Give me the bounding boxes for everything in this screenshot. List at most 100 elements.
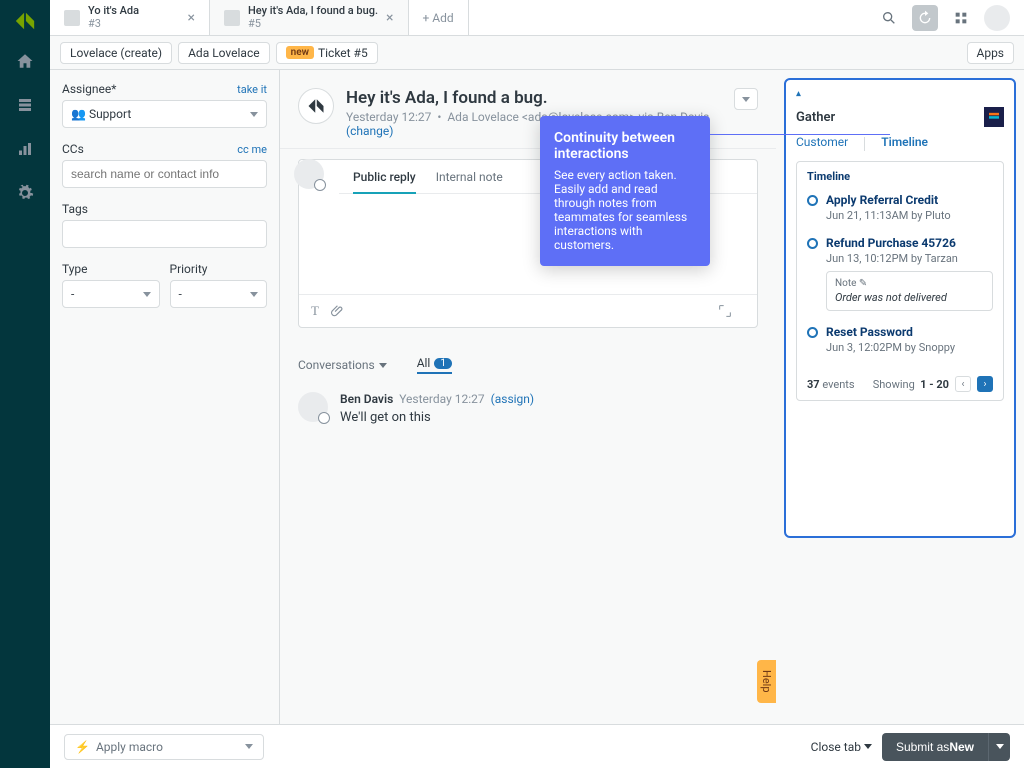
home-icon[interactable] — [14, 50, 36, 72]
tab-internal-note[interactable]: Internal note — [436, 170, 503, 193]
chevron-down-icon — [250, 112, 258, 117]
tags-label: Tags — [62, 202, 88, 216]
priority-select[interactable]: - — [170, 280, 268, 308]
timeline-event-meta: Jun 21, 11:13AM by Pluto — [826, 209, 951, 222]
apps-toggle[interactable]: Apps — [967, 42, 1015, 64]
tags-input[interactable] — [62, 220, 267, 248]
timeline-heading: Timeline — [807, 170, 993, 183]
help-button[interactable]: Help — [757, 660, 776, 703]
message-author: Ben Davis — [340, 392, 393, 406]
timeline-item: Reset Password Jun 3, 12:02PM by Snoppy — [807, 325, 993, 354]
zendesk-logo-icon[interactable] — [14, 10, 36, 32]
collapse-icon[interactable]: ▾ — [796, 88, 801, 99]
ticket-title: Hey it's Ada, I found a bug. — [346, 88, 722, 108]
pager-next[interactable]: › — [977, 376, 993, 392]
timeline-event-title: Refund Purchase 45726 — [826, 236, 993, 250]
expand-icon[interactable] — [717, 303, 733, 319]
search-icon[interactable] — [876, 5, 902, 31]
message-item: Ben Davis Yesterday 12:27 (assign) We'll… — [280, 384, 776, 433]
timeline-callout: Continuity between interactions See ever… — [540, 116, 710, 266]
timeline-note: Note ✎ Order was not delivered — [826, 271, 993, 311]
apps-panel: ▾ Gather Customer Timeline Timel — [776, 70, 1024, 724]
user-link[interactable]: Ada Lovelace — [178, 42, 270, 64]
chevron-down-icon — [996, 744, 1004, 749]
breadcrumb: Lovelace (create) Ada Lovelace new Ticke… — [50, 36, 1024, 70]
text-format-icon[interactable]: T — [311, 303, 319, 319]
ticket-crumb[interactable]: new Ticket #5 — [276, 42, 378, 64]
timeline-dot-icon — [807, 195, 818, 206]
add-tab-button[interactable]: + Add — [409, 0, 469, 35]
count-badge: 1 — [434, 358, 452, 369]
tab-public-reply[interactable]: Public reply — [353, 170, 416, 194]
close-icon[interactable]: × — [386, 10, 393, 26]
timeline-event-meta: Jun 3, 12:02PM by Snoppy — [826, 341, 955, 354]
profile-avatar[interactable] — [984, 5, 1010, 31]
tab-subtitle: #3 — [88, 18, 180, 30]
gather-tab-timeline[interactable]: Timeline — [881, 135, 928, 153]
gather-app: ▾ Gather Customer Timeline Timel — [784, 78, 1016, 538]
timeline-event-title: Reset Password — [826, 325, 955, 339]
tab-ticket-3[interactable]: Yo it's Ada #3 × — [50, 0, 210, 35]
chevron-down-icon — [742, 97, 750, 102]
bolt-icon: ⚡ — [75, 740, 90, 754]
ticket-actions-menu[interactable] — [734, 88, 758, 110]
edit-icon[interactable]: ✎ — [859, 278, 867, 289]
message-time: Yesterday 12:27 — [399, 392, 484, 406]
priority-label: Priority — [170, 262, 208, 276]
refresh-icon[interactable] — [912, 5, 938, 31]
admin-gear-icon[interactable] — [14, 182, 36, 204]
attachment-icon[interactable] — [331, 304, 345, 318]
chevron-down-icon — [864, 744, 872, 749]
views-icon[interactable] — [14, 94, 36, 116]
ccs-label: CCs — [62, 142, 84, 156]
change-requester-link[interactable]: (change) — [346, 124, 393, 138]
timeline-event-meta: Jun 13, 10:12PM by Tarzan — [826, 252, 993, 265]
submit-button[interactable]: Submit as New — [882, 733, 988, 761]
gather-logo-icon — [984, 107, 1004, 127]
gather-tab-customer[interactable]: Customer — [796, 135, 848, 153]
tab-ticket-5[interactable]: Hey it's Ada, I found a bug. #5 × — [210, 0, 409, 35]
callout-title: Continuity between interactions — [554, 130, 696, 162]
org-link[interactable]: Lovelace (create) — [60, 42, 172, 64]
tab-subtitle: #5 — [248, 18, 378, 30]
ccs-input[interactable] — [62, 160, 267, 188]
type-select[interactable]: - — [62, 280, 160, 308]
timeline-event-title: Apply Referral Credit — [826, 193, 951, 207]
chevron-down-icon — [245, 744, 253, 749]
close-tab-button[interactable]: Close tab — [811, 740, 872, 754]
ticket-footer: ⚡ Apply macro Close tab Submit as New — [50, 724, 1024, 768]
events-pager: 37 events Showing 1 - 20 ‹ › — [807, 368, 993, 392]
reporting-icon[interactable] — [14, 138, 36, 160]
submit-status-menu[interactable] — [988, 733, 1010, 761]
assignee-label: Assignee* — [62, 82, 116, 96]
nav-rail — [0, 0, 50, 768]
timeline-item: Apply Referral Credit Jun 21, 11:13AM by… — [807, 193, 993, 222]
tab-title: Hey it's Ada, I found a bug. — [248, 5, 378, 17]
type-label: Type — [62, 262, 88, 276]
conversations-filter[interactable]: Conversations — [298, 358, 387, 372]
timeline-dot-icon — [807, 238, 818, 249]
ticket-icon — [64, 10, 80, 26]
cc-me-link[interactable]: cc me — [237, 143, 267, 156]
filter-all[interactable]: All 1 — [417, 356, 452, 374]
callout-body: See every action taken. Easily add and r… — [554, 168, 696, 252]
take-it-link[interactable]: take it — [237, 83, 267, 96]
assign-link[interactable]: (assign) — [491, 392, 534, 406]
author-avatar — [298, 392, 328, 422]
chevron-down-icon — [250, 292, 258, 297]
agent-badge-icon — [318, 412, 330, 424]
close-icon[interactable]: × — [188, 10, 195, 26]
ticket-main: Hey it's Ada, I found a bug. Yesterday 1… — [280, 70, 776, 724]
chevron-down-icon — [379, 363, 387, 368]
timeline-item: Refund Purchase 45726 Jun 13, 10:12PM by… — [807, 236, 993, 311]
timeline-dot-icon — [807, 327, 818, 338]
topbar: Yo it's Ada #3 × Hey it's Ada, I found a… — [50, 0, 1024, 36]
pager-prev[interactable]: ‹ — [955, 376, 971, 392]
gather-title: Gather — [796, 110, 835, 125]
apps-grid-icon[interactable] — [948, 5, 974, 31]
ticket-icon — [224, 10, 240, 26]
assignee-select[interactable]: 👥 Support — [62, 100, 267, 128]
apply-macro-select[interactable]: ⚡ Apply macro — [64, 734, 264, 760]
status-badge: new — [286, 46, 314, 59]
ticket-sidebar: Assignee* take it 👥 Support CCs cc me — [50, 70, 280, 724]
